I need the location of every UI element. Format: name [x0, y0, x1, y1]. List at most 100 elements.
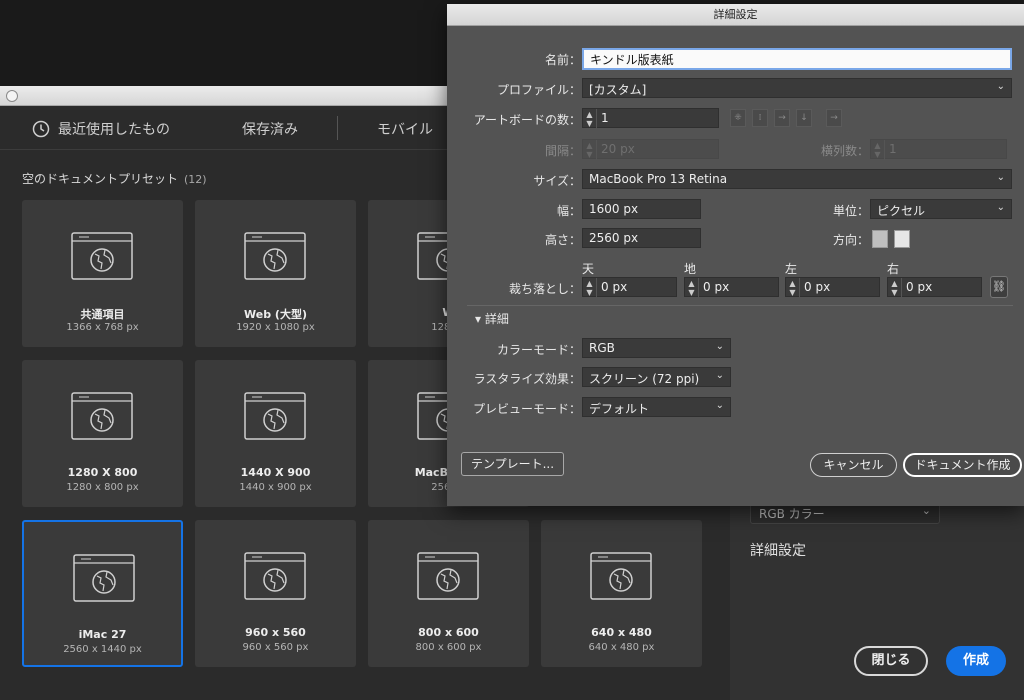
profile-select[interactable]: [カスタム] ⌄: [582, 78, 1012, 98]
profile-label: プロファイル：: [496, 83, 581, 97]
columns-input[interactable]: ▲ ▼ 1: [870, 139, 1007, 160]
color-mode-select-value: RGB カラー: [759, 507, 825, 521]
units-select-value: ピクセル: [877, 204, 926, 218]
name-label: 名前：: [544, 53, 581, 67]
bleed-left-value: 0 px: [804, 280, 831, 294]
preset-card[interactable]: 1440 X 900 1440 x 900 px: [195, 360, 356, 507]
preview-label: プレビューモード：: [472, 402, 581, 416]
cancel-button[interactable]: キャンセル: [810, 453, 897, 477]
raster-label: ラスタライズ効果：: [473, 372, 581, 386]
advanced-toggle[interactable]: ▾ 詳細: [475, 310, 509, 327]
spacing-label: 間隔：: [544, 144, 581, 158]
bleed-top-input[interactable]: ▲ ▼ 0 px: [582, 277, 677, 298]
preset-count: (12): [184, 173, 207, 186]
bleed-right-input[interactable]: ▲ ▼ 0 px: [887, 277, 982, 298]
stepper-arrows-icon[interactable]: ▲ ▼: [583, 109, 597, 129]
stepper-arrows-icon[interactable]: ▲ ▼: [685, 278, 699, 298]
preset-size: 640 x 480 px: [588, 642, 655, 653]
window-close-button[interactable]: [6, 90, 18, 102]
bleed-left-input[interactable]: ▲ ▼ 0 px: [785, 277, 880, 298]
create-document-button[interactable]: ドキュメント作成: [903, 453, 1022, 477]
grid-by-row-icon[interactable]: ⁜: [730, 109, 746, 127]
tab-mobile[interactable]: モバイル: [377, 119, 433, 139]
preview-select[interactable]: デフォルト ⌄: [582, 397, 731, 417]
preset-name: 1280 X 800: [67, 466, 138, 479]
artboards-value: 1: [601, 111, 609, 125]
bleed-bottom-input[interactable]: ▲ ▼ 0 px: [684, 277, 779, 298]
preset-name: 1440 X 900: [240, 466, 311, 479]
preset-card[interactable]: 960 x 560 960 x 560 px: [195, 520, 356, 667]
preview-value: デフォルト: [589, 402, 650, 416]
stepper-arrows-icon[interactable]: ▲ ▼: [583, 278, 597, 298]
close-button[interactable]: 閉じる: [854, 646, 928, 676]
arrange-by-column-icon[interactable]: ↓: [796, 109, 812, 127]
portrait-icon[interactable]: [872, 230, 888, 248]
bleed-top-value: 0 px: [601, 280, 628, 294]
chevron-down-icon: ⌄: [715, 341, 724, 352]
web-document-icon: [244, 552, 306, 600]
preset-name: 800 x 600: [418, 626, 479, 639]
bleed-bottom-value: 0 px: [703, 280, 730, 294]
artboards-input[interactable]: ▲ ▼ 1: [582, 108, 719, 129]
stepper-arrows-icon[interactable]: ▲ ▼: [786, 278, 800, 298]
chevron-down-icon: ⌄: [715, 400, 724, 411]
templates-button[interactable]: テンプレート...: [461, 452, 564, 476]
chevron-down-icon: ⌄: [996, 202, 1005, 213]
height-label: 高さ：: [544, 233, 581, 247]
raster-value: スクリーン (72 ppi): [589, 372, 700, 386]
preset-name: 640 x 480: [591, 626, 652, 639]
raster-select[interactable]: スクリーン (72 ppi) ⌄: [582, 367, 731, 387]
bleed-right-label: 右: [887, 262, 900, 276]
size-label: サイズ：: [533, 174, 581, 188]
tab-saved[interactable]: 保存済み: [242, 119, 298, 139]
width-input[interactable]: 1600 px: [582, 199, 701, 219]
preset-card[interactable]: 1280 X 800 1280 x 800 px: [22, 360, 183, 507]
preset-card[interactable]: iMac 27 2560 x 1440 px: [22, 520, 183, 667]
stepper-arrows-icon[interactable]: ▲ ▼: [888, 278, 902, 298]
preset-card[interactable]: 800 x 600 800 x 600 px: [368, 520, 529, 667]
triangle-down-icon: ▾: [475, 312, 485, 326]
web-document-icon: [73, 554, 135, 602]
web-document-icon: [244, 232, 306, 280]
web-document-icon: [71, 232, 133, 280]
preset-card[interactable]: Web (大型) 1920 x 1080 px: [195, 200, 356, 347]
preset-card[interactable]: 640 x 480 640 x 480 px: [541, 520, 702, 667]
tab-recent[interactable]: 最近使用したもの: [32, 119, 170, 139]
preset-name: 共通項目: [80, 308, 125, 321]
preset-name: 960 x 560: [245, 626, 306, 639]
grid-by-column-icon[interactable]: ⁞: [752, 109, 768, 127]
color-mode-label: カラーモード：: [496, 343, 581, 357]
color-mode-value: RGB: [589, 341, 615, 355]
web-document-icon: [71, 392, 133, 440]
bleed-bottom-label: 地: [684, 262, 697, 276]
size-select-value: MacBook Pro 13 Retina: [589, 172, 728, 186]
preset-size: 1920 x 1080 px: [236, 322, 315, 333]
arrange-by-row-icon[interactable]: →: [774, 109, 790, 127]
preset-name: iMac 27: [78, 628, 127, 641]
name-input[interactable]: キンドル版表紙: [582, 48, 1012, 70]
link-chain-icon[interactable]: ⛓: [990, 276, 1008, 298]
divider: [467, 305, 1013, 306]
web-document-icon: [244, 392, 306, 440]
right-to-left-icon[interactable]: →: [826, 109, 842, 127]
tab-mobile-label: モバイル: [377, 122, 433, 138]
units-select[interactable]: ピクセル ⌄: [870, 199, 1012, 219]
height-input[interactable]: 2560 px: [582, 228, 701, 248]
advanced-toggle-label: 詳細: [484, 312, 509, 326]
preset-heading: 空のドキュメントプリセット (12): [22, 170, 207, 187]
spacing-input[interactable]: ▲ ▼ 20 px: [582, 139, 719, 160]
size-select[interactable]: MacBook Pro 13 Retina ⌄: [582, 169, 1012, 189]
preset-size: 1440 x 900 px: [239, 482, 312, 493]
preset-size: 1366 x 768 px: [66, 322, 139, 333]
preset-card[interactable]: 共通項目 1366 x 768 px: [22, 200, 183, 347]
stepper-arrows-icon: ▲ ▼: [583, 140, 597, 160]
tab-recent-label: 最近使用したもの: [58, 122, 170, 138]
web-document-icon: [590, 552, 652, 600]
spacing-value: 20 px: [601, 142, 635, 156]
preset-size: 960 x 560 px: [242, 642, 309, 653]
preset-heading-label: 空のドキュメントプリセット: [22, 172, 179, 186]
create-button[interactable]: 作成: [946, 646, 1006, 676]
color-mode-select[interactable]: RGB ⌄: [582, 338, 731, 358]
landscape-icon[interactable]: [894, 230, 910, 248]
chevron-down-icon: ⌄: [996, 172, 1005, 183]
